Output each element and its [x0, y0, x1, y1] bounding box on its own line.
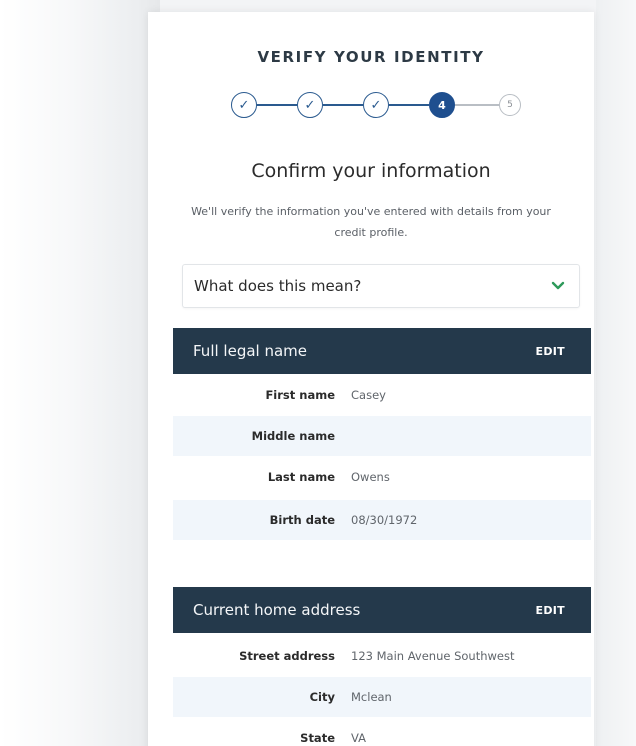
table-row: Street address 123 Main Avenue Southwest: [173, 636, 591, 676]
table-row: City Mclean: [173, 677, 591, 717]
background-right: [596, 0, 636, 746]
field-label: First name: [265, 388, 335, 402]
step-4-current: 4: [429, 92, 455, 118]
field-label: State: [300, 731, 335, 745]
field-label: Last name: [267, 470, 335, 484]
section-title: Current home address: [193, 601, 361, 619]
background-left: [0, 0, 160, 746]
full-legal-name-header: Full legal name EDIT: [173, 328, 591, 374]
field-label: Middle name: [251, 429, 335, 443]
field-value: Owens: [351, 470, 390, 484]
page-title: VERIFY YOUR IDENTITY: [257, 48, 485, 66]
step-1-completed: ✓: [231, 92, 257, 118]
page: VERIFY YOUR IDENTITY ✓ ✓ ✓ 4 5 Confirm y…: [0, 0, 636, 746]
table-row: Last name Owens: [173, 457, 591, 497]
step-connector: [455, 104, 499, 106]
step-2-completed: ✓: [297, 92, 323, 118]
field-value: 123 Main Avenue Southwest: [351, 649, 515, 663]
table-row: State VA: [173, 718, 591, 746]
field-label: Street address: [239, 649, 335, 663]
field-value: Casey: [351, 388, 386, 402]
checkmark-icon: ✓: [238, 97, 250, 113]
table-row: First name Casey: [173, 375, 591, 415]
field-label: Birth date: [269, 513, 335, 527]
section-title: Full legal name: [193, 342, 308, 360]
field-value: Mclean: [351, 690, 392, 704]
accordion-label: What does this mean?: [194, 277, 362, 295]
step-5-upcoming: 5: [499, 94, 521, 116]
section-heading: Confirm your information: [251, 160, 491, 182]
table-row: Birth date 08/30/1972: [173, 500, 591, 540]
field-value: 08/30/1972: [351, 513, 418, 527]
chevron-down-icon[interactable]: [549, 277, 567, 295]
step-connector: [323, 104, 363, 106]
step-3-completed: ✓: [363, 92, 389, 118]
table-row: Middle name: [173, 416, 591, 456]
current-home-address-header: Current home address EDIT: [173, 587, 591, 633]
step-number: 5: [507, 100, 513, 110]
field-value: VA: [351, 731, 366, 745]
step-connector: [257, 104, 297, 106]
verification-card: VERIFY YOUR IDENTITY ✓ ✓ ✓ 4 5 Confirm y…: [148, 12, 594, 746]
what-does-this-mean-accordion[interactable]: What does this mean?: [182, 264, 580, 308]
progress-stepper: ✓ ✓ ✓ 4 5: [231, 90, 531, 120]
intro-text: We'll verify the information you've ente…: [191, 205, 551, 239]
step-number: 4: [438, 98, 446, 112]
checkmark-icon: ✓: [370, 97, 382, 113]
step-connector: [389, 104, 429, 106]
field-label: City: [309, 690, 335, 704]
checkmark-icon: ✓: [304, 97, 316, 113]
edit-name-button[interactable]: EDIT: [536, 345, 565, 358]
edit-address-button[interactable]: EDIT: [536, 604, 565, 617]
